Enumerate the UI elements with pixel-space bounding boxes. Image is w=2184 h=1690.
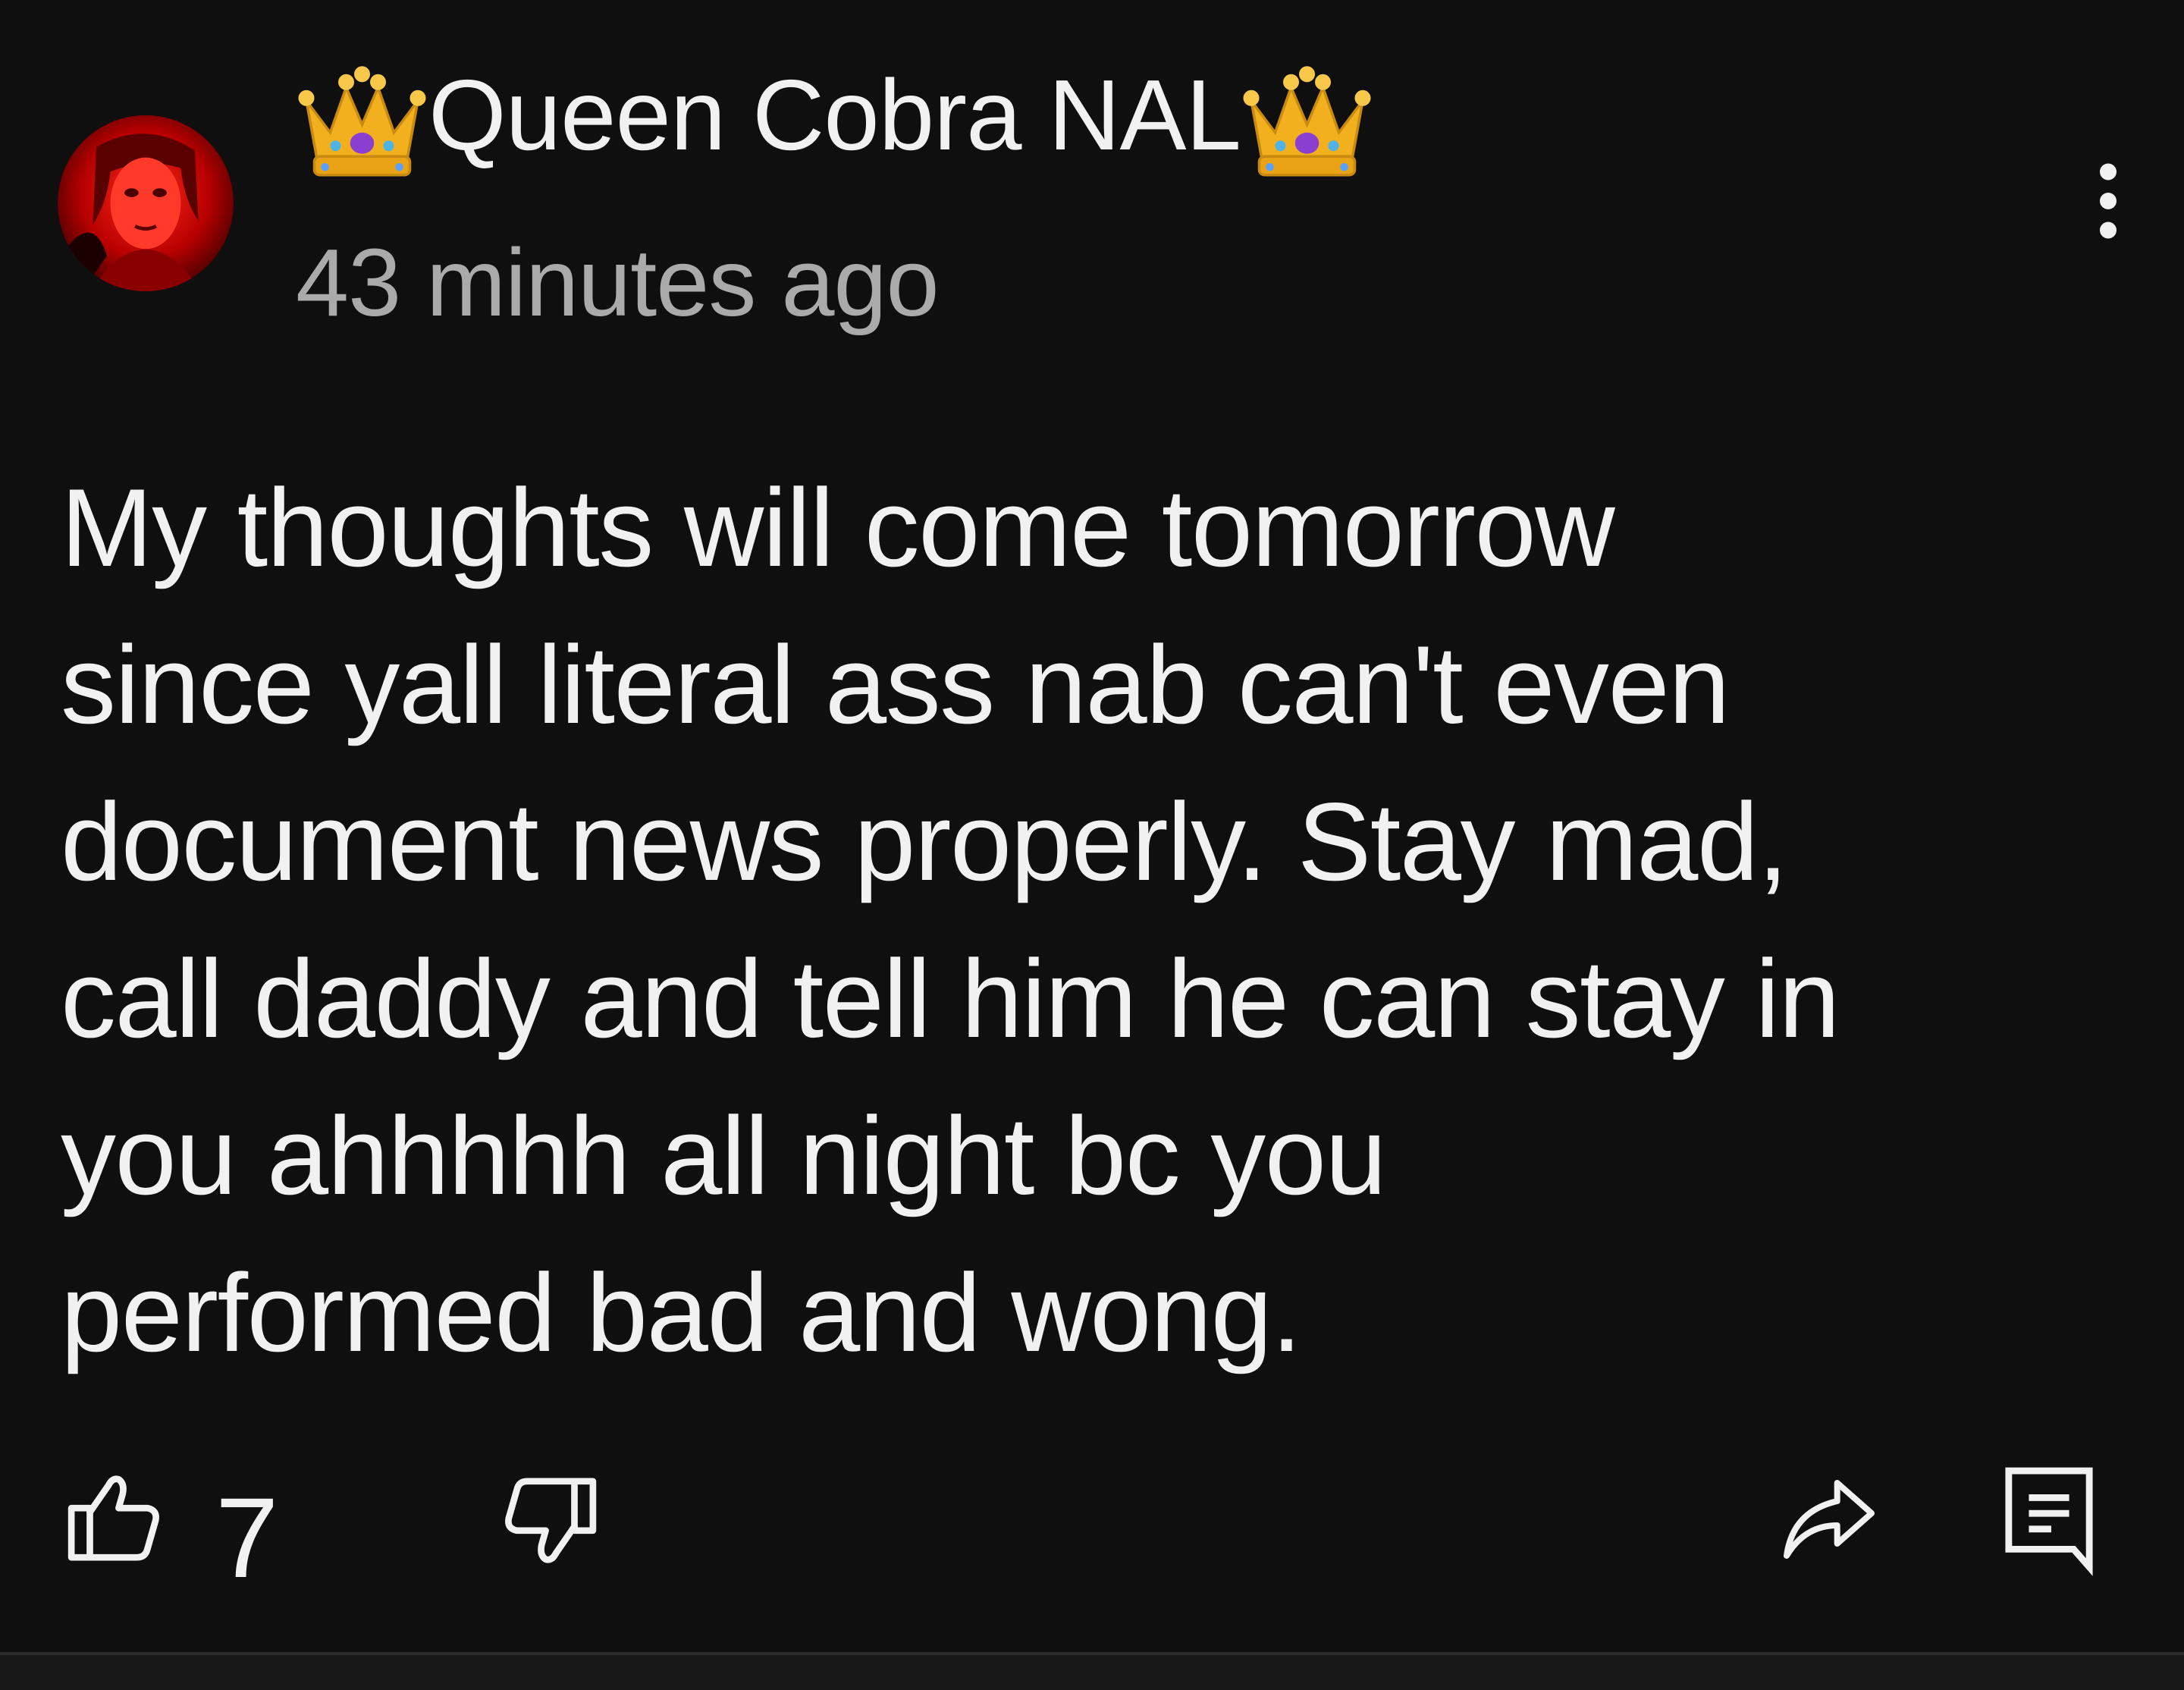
share-arrow-icon[interactable] <box>1781 1475 1878 1564</box>
next-comment-edge <box>0 1655 2184 1690</box>
reply-comment-icon[interactable] <box>2002 1464 2096 1576</box>
comment-author-row: Queen Cobra NAL <box>296 53 1373 182</box>
crown-icon <box>1241 55 1373 181</box>
comment-card: Queen Cobra NAL 43 minutes ago My though… <box>0 0 2184 1654</box>
comment-action-bar: 7 <box>0 1449 2184 1600</box>
more-vert-icon[interactable] <box>2087 159 2129 243</box>
comment-author-name[interactable]: Queen Cobra NAL <box>428 65 1241 170</box>
thumb-up-icon[interactable] <box>65 1467 164 1566</box>
thumb-down-icon[interactable] <box>500 1473 599 1572</box>
crown-icon <box>296 55 428 181</box>
like-count: 7 <box>215 1474 279 1601</box>
comment-timestamp[interactable]: 43 minutes ago <box>296 235 940 331</box>
avatar[interactable] <box>58 115 234 291</box>
comment-text: My thoughts will come tomorrow since yal… <box>61 466 1840 1374</box>
avatar-image <box>58 115 234 291</box>
